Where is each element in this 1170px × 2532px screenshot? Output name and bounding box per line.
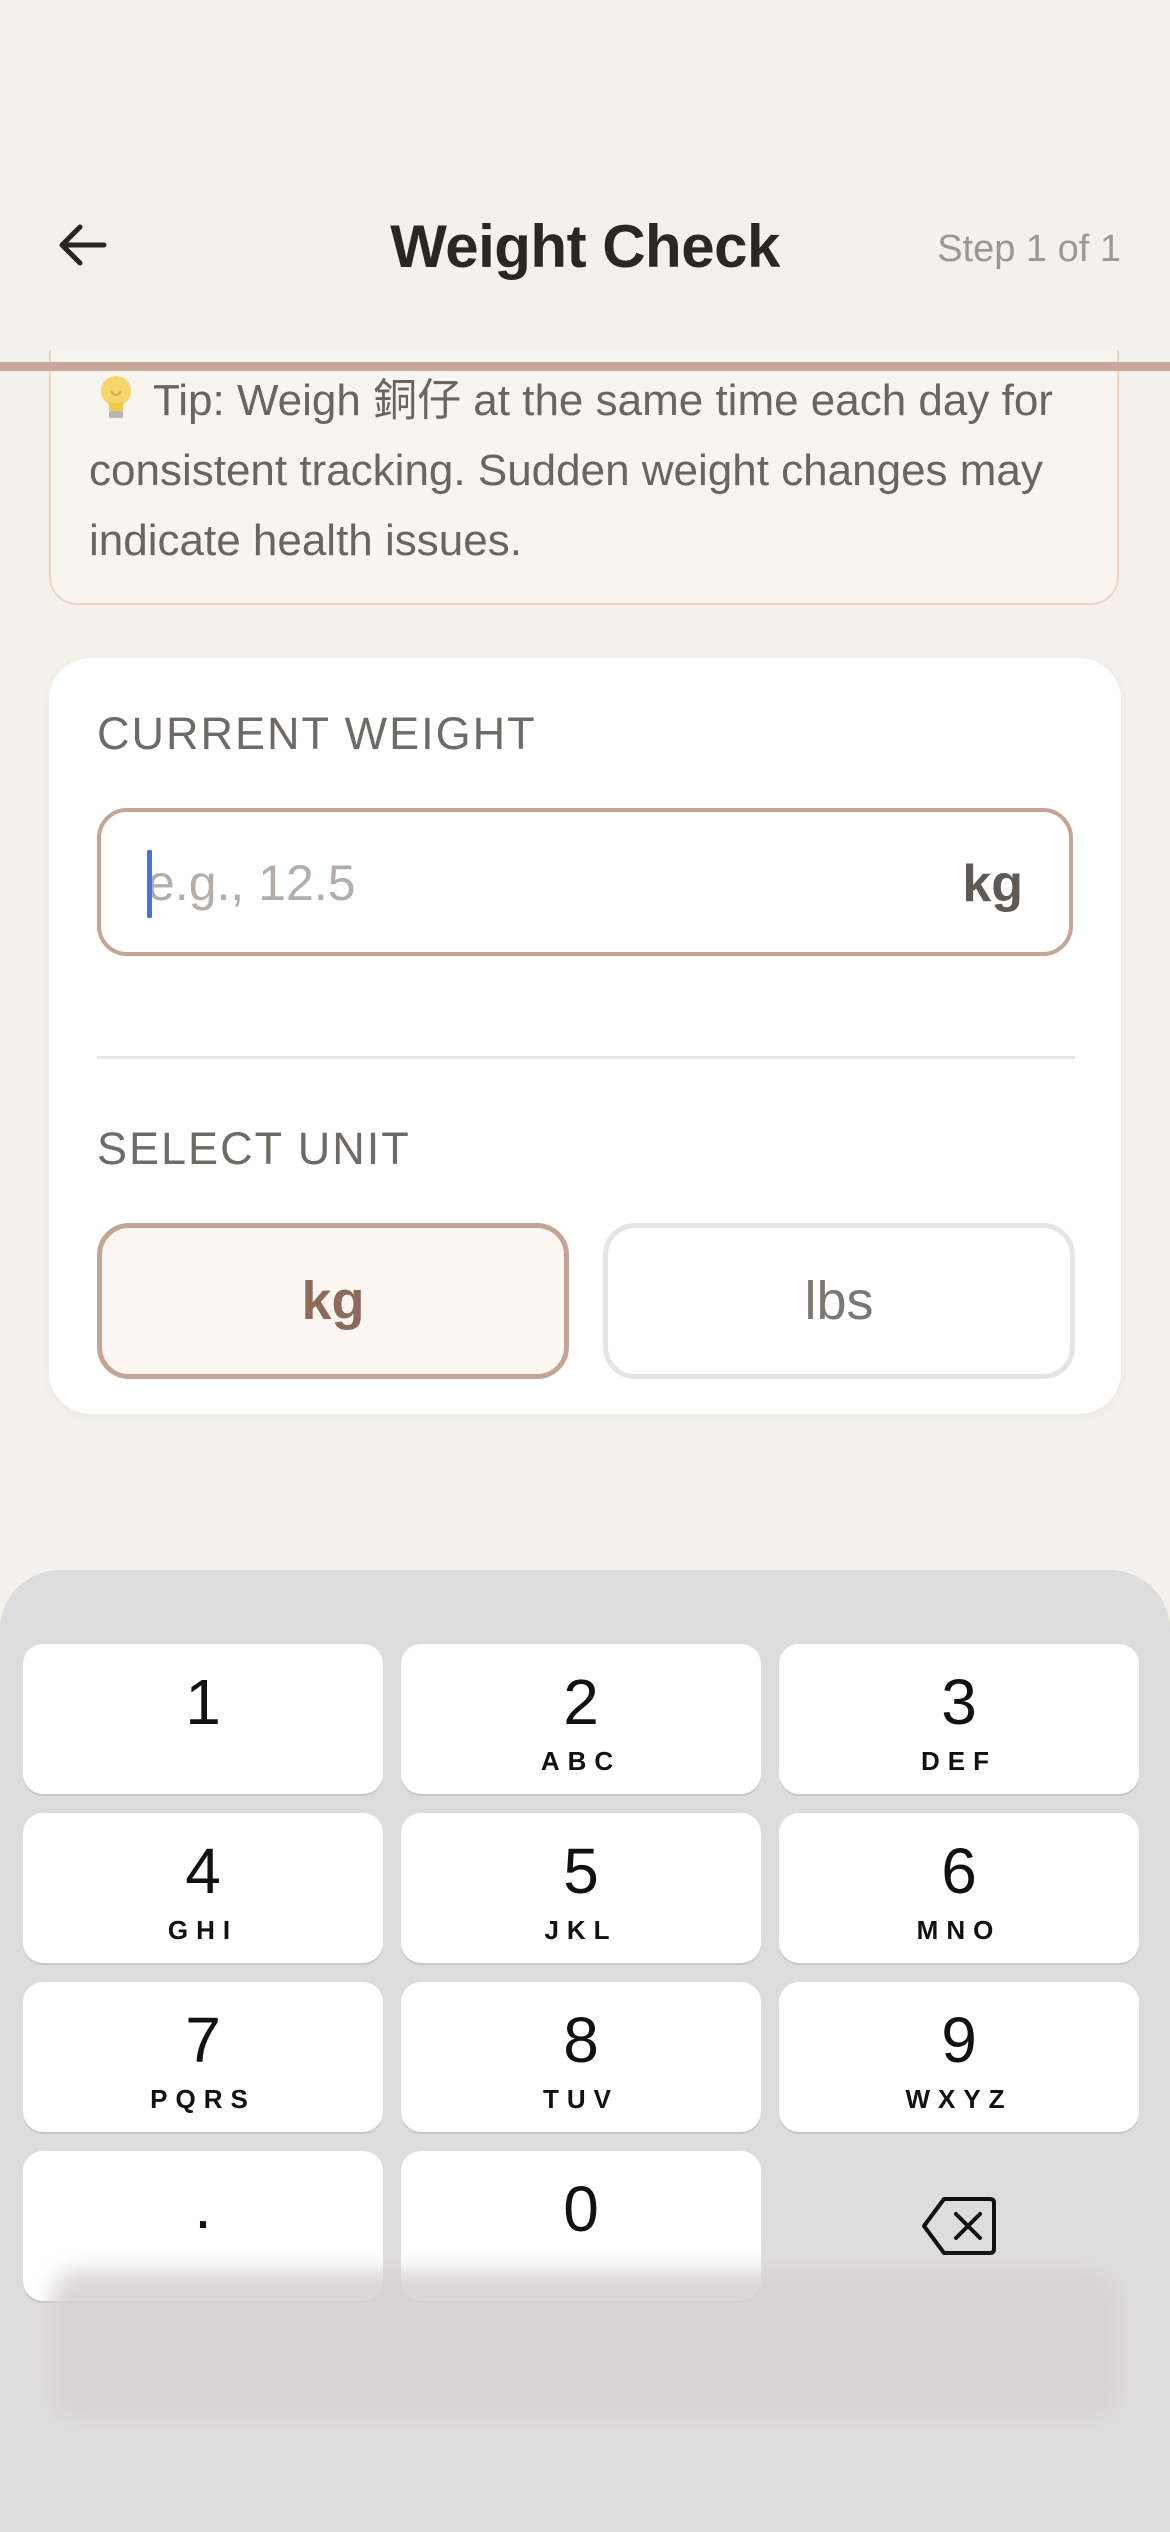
key-2[interactable]: 2 ABC xyxy=(401,1644,761,1794)
key-9[interactable]: 9 WXYZ xyxy=(779,1982,1139,2132)
key-number: . xyxy=(194,2170,212,2242)
weight-input[interactable]: e.g., 12.5 kg xyxy=(97,808,1073,956)
key-number: 9 xyxy=(941,2004,977,2076)
lightbulb-icon xyxy=(101,376,131,418)
key-letters: GHI xyxy=(167,1915,239,1945)
weight-form-card: CURRENT WEIGHT e.g., 12.5 kg SELECT UNIT… xyxy=(49,658,1121,1414)
key-letters: PQRS xyxy=(150,2084,256,2114)
key-letters: MNO xyxy=(916,1915,1002,1945)
key-letters: ABC xyxy=(540,1746,622,1776)
key-number: 3 xyxy=(941,1666,977,1738)
key-7[interactable]: 7 PQRS xyxy=(23,1982,383,2132)
key-number: 6 xyxy=(941,1835,977,1907)
key-number: 5 xyxy=(563,1835,599,1907)
key-number: 0 xyxy=(563,2173,599,2245)
keyboard-bottom-bar xyxy=(50,2270,1120,2420)
unit-kg-button[interactable]: kg xyxy=(97,1223,569,1379)
key-number: 2 xyxy=(563,1666,599,1738)
key-number: 1 xyxy=(185,1666,221,1738)
tip-card: Tip: Weigh 銅仔 at the same time each day … xyxy=(49,350,1119,605)
key-number: 8 xyxy=(563,2004,599,2076)
backspace-icon xyxy=(922,2197,996,2255)
key-letters: JKL xyxy=(544,1915,618,1945)
select-unit-label: SELECT UNIT xyxy=(97,1123,411,1174)
header-divider xyxy=(0,362,1170,371)
key-5[interactable]: 5 JKL xyxy=(401,1813,761,1963)
key-1[interactable]: 1 xyxy=(23,1644,383,1794)
key-4[interactable]: 4 GHI xyxy=(23,1813,383,1963)
key-number: 7 xyxy=(185,2004,221,2076)
text-caret xyxy=(147,850,152,918)
weight-unit-suffix: kg xyxy=(962,855,1023,913)
key-3[interactable]: 3 DEF xyxy=(779,1644,1139,1794)
key-letters: DEF xyxy=(921,1746,997,1776)
step-indicator: Step 1 of 1 xyxy=(937,228,1121,270)
key-letters: TUV xyxy=(543,2084,619,2114)
key-number: 4 xyxy=(185,1835,221,1907)
key-letters: WXYZ xyxy=(905,2084,1013,2114)
key-6[interactable]: 6 MNO xyxy=(779,1813,1139,1963)
current-weight-label: CURRENT WEIGHT xyxy=(97,708,537,759)
tip-text: Tip: Weigh 銅仔 at the same time each day … xyxy=(89,376,1053,565)
section-divider xyxy=(97,1056,1075,1059)
app-header: Weight Check Step 1 of 1 xyxy=(0,0,1170,364)
key-8[interactable]: 8 TUV xyxy=(401,1982,761,2132)
unit-lbs-button[interactable]: lbs xyxy=(603,1223,1075,1379)
weight-placeholder: e.g., 12.5 xyxy=(147,855,356,911)
